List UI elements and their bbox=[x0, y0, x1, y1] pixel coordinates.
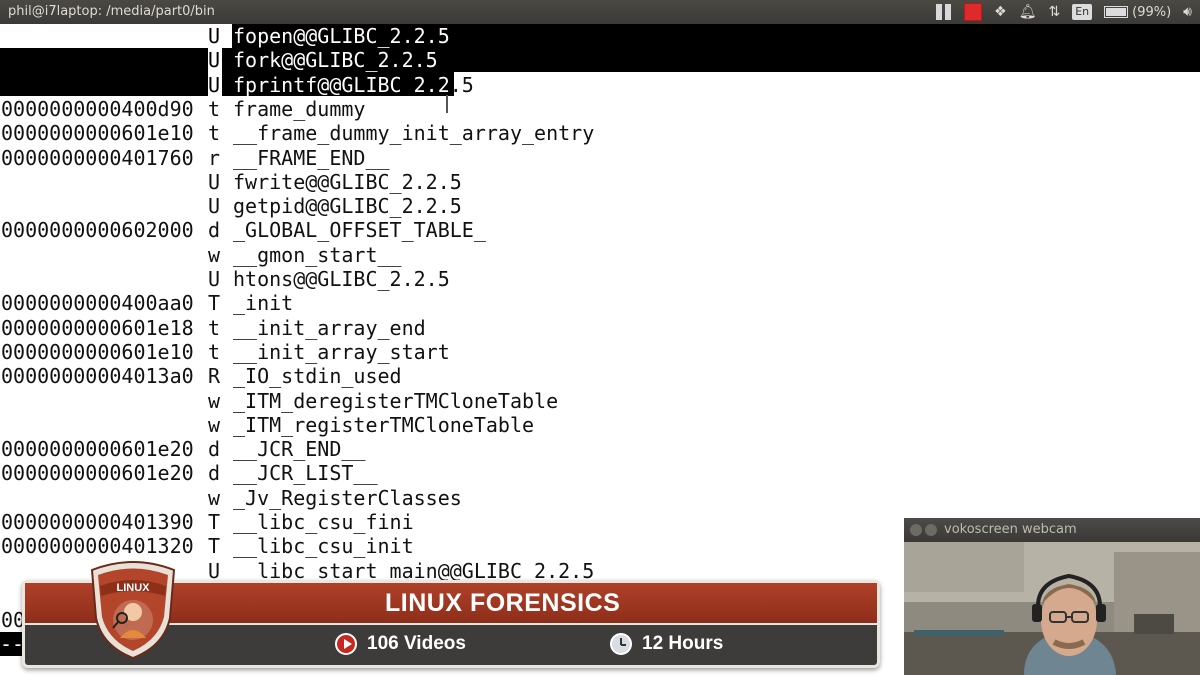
network-arrows-icon[interactable]: ⇅ bbox=[1048, 3, 1060, 21]
symbol-name: _ITM_deregisterTMCloneTable bbox=[233, 388, 559, 413]
symbol-type: t bbox=[208, 315, 221, 340]
symbol-address: 00000000004013a0 bbox=[1, 364, 194, 389]
window-title: phil@i7laptop: /media/part0/bin bbox=[8, 4, 215, 19]
symbol-name: fprintf@@GLIBC_2.2.5 bbox=[233, 72, 474, 97]
symbol-name: htons@@GLIBC_2.2.5 bbox=[233, 267, 450, 291]
symbol-type: U bbox=[208, 194, 221, 219]
linux-badge-logo: LINUX bbox=[90, 561, 176, 660]
webcam-titlebar[interactable]: vokoscreen webcam bbox=[904, 518, 1200, 542]
symbol-address: 0000000000400aa0 bbox=[1, 291, 194, 316]
badge-text: LINUX bbox=[117, 582, 151, 594]
symbol-address: 0000000000401320 bbox=[1, 534, 194, 559]
top-panel: phil@i7laptop: /media/part0/bin ❖ 🔔︎ ⇅ E… bbox=[0, 0, 1200, 24]
symbol-address: 0000000000601e20 bbox=[1, 437, 194, 462]
pause-icon[interactable] bbox=[936, 4, 952, 20]
symbol-name: __JCR_END__ bbox=[233, 437, 366, 462]
symbol-type: U bbox=[208, 72, 222, 97]
webcam-window[interactable]: vokoscreen webcam bbox=[904, 518, 1200, 675]
stop-record-icon[interactable] bbox=[964, 3, 983, 21]
notification-bell-icon[interactable]: 🔔︎ bbox=[1019, 3, 1037, 21]
symbol-name: fopen@@GLIBC_2.2.5 bbox=[233, 24, 450, 49]
symbol-type: U bbox=[208, 24, 222, 49]
symbol-type: d bbox=[208, 218, 221, 243]
symbol-type: R bbox=[208, 364, 221, 389]
symbol-type: T bbox=[208, 534, 221, 559]
symbol-type: d bbox=[208, 437, 221, 462]
dropbox-icon[interactable]: ❖ bbox=[994, 3, 1007, 21]
duration: 12 Hours bbox=[610, 633, 723, 655]
symbol-name: fwrite@@GLIBC_2.2.5 bbox=[233, 169, 462, 194]
symbol-name: __libc_csu_fini bbox=[233, 510, 414, 534]
symbol-type: w bbox=[208, 388, 221, 413]
symbol-type: r bbox=[208, 145, 221, 170]
symbol-address: 0000000000602000 bbox=[1, 218, 194, 243]
symbol-type: U bbox=[208, 48, 222, 73]
symbol-type: w bbox=[208, 242, 221, 267]
text-cursor bbox=[446, 95, 448, 113]
symbol-name: __init_array_end bbox=[233, 315, 426, 340]
symbol-type: w bbox=[208, 485, 221, 510]
symbol-type: t bbox=[208, 339, 221, 364]
symbol-name: __gmon_start__ bbox=[233, 242, 402, 267]
battery-icon bbox=[1104, 6, 1129, 18]
symbol-name: _init bbox=[233, 291, 294, 316]
close-icon[interactable] bbox=[910, 524, 922, 536]
symbol-address: 0000000000601e18 bbox=[1, 315, 194, 340]
system-tray: ❖ 🔔︎ ⇅ En (99%) 🔊︎ bbox=[936, 3, 1192, 21]
symbol-name: __FRAME_END__ bbox=[233, 145, 390, 170]
symbol-name: __frame_dummy_init_array_entry bbox=[233, 121, 595, 146]
webcam-title: vokoscreen webcam bbox=[944, 522, 1077, 537]
symbol-type: U bbox=[208, 267, 221, 291]
battery-indicator[interactable]: (99%) bbox=[1104, 5, 1171, 20]
keyboard-layout-icon[interactable]: En bbox=[1072, 4, 1093, 20]
volume-icon[interactable]: 🔊︎ bbox=[1183, 3, 1192, 21]
symbol-address: 0000000000601e10 bbox=[1, 121, 194, 146]
symbol-address: 0000000000400d90 bbox=[1, 96, 194, 121]
symbol-name: __init_array_start bbox=[233, 339, 450, 364]
play-icon bbox=[335, 633, 357, 655]
symbol-type: T bbox=[208, 510, 221, 534]
symbol-type: U bbox=[208, 169, 221, 194]
symbol-name: _ITM_registerTMCloneTable bbox=[233, 412, 535, 437]
symbol-name: _GLOBAL_OFFSET_TABLE_ bbox=[233, 218, 486, 243]
symbol-address: 0000000000401390 bbox=[1, 510, 194, 534]
webcam-feed bbox=[904, 542, 1200, 675]
symbol-address: 0000000000601e20 bbox=[1, 461, 194, 486]
symbol-name: __libc_csu_init bbox=[233, 534, 414, 559]
symbol-type: t bbox=[208, 121, 221, 146]
symbol-name: _IO_stdin_used bbox=[233, 364, 402, 389]
symbol-type: t bbox=[208, 96, 221, 121]
videos-count: 106 Videos bbox=[335, 633, 466, 655]
clock-icon bbox=[610, 633, 632, 655]
symbol-name: frame_dummy bbox=[233, 96, 366, 121]
banner-title: LINUX FORENSICS bbox=[385, 589, 621, 617]
minimize-icon[interactable] bbox=[925, 524, 937, 536]
symbol-name: __JCR_LIST__ bbox=[233, 461, 378, 486]
symbol-name: getpid@@GLIBC_2.2.5 bbox=[233, 194, 462, 219]
symbol-name: _Jv_RegisterClasses bbox=[233, 485, 462, 510]
symbol-name: fork@@GLIBC_2.2.5 bbox=[233, 48, 438, 73]
symbol-type: d bbox=[208, 461, 221, 486]
symbol-type: w bbox=[208, 412, 221, 437]
battery-label: (99%) bbox=[1132, 4, 1172, 20]
symbol-address: 0000000000601e10 bbox=[1, 339, 194, 364]
symbol-address: 0000000000401760 bbox=[1, 145, 194, 170]
text-selection bbox=[0, 48, 1200, 72]
symbol-type: T bbox=[208, 291, 221, 316]
